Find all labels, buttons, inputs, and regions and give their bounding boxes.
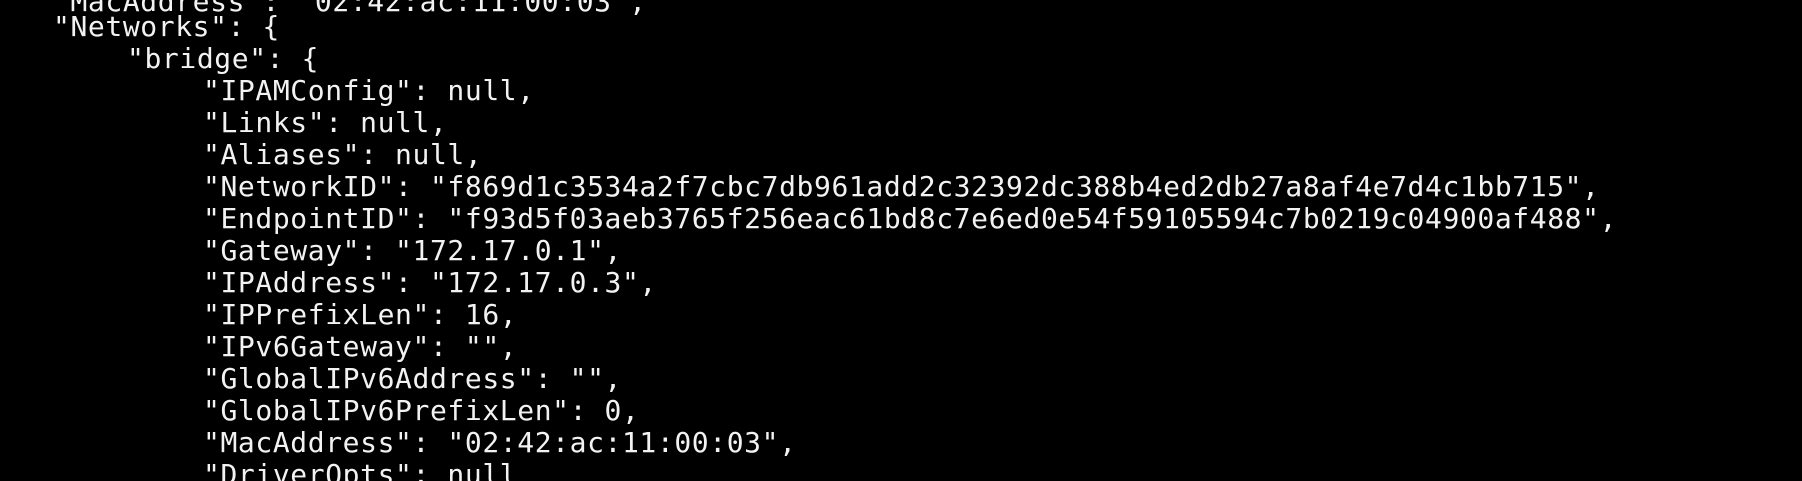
terminal-line-ipv6gateway: "IPv6Gateway": "", <box>203 330 518 363</box>
terminal-line-bridge: "bridge": { <box>127 42 320 75</box>
terminal-line-gateway: "Gateway": "172.17.0.1", <box>203 234 622 267</box>
terminal-line-globalipv6address: "GlobalIPv6Address": "", <box>203 362 622 395</box>
terminal-line-globalipv6prefixlen: "GlobalIPv6PrefixLen": 0, <box>203 394 640 427</box>
terminal-line-networkid: "NetworkID": "f869d1c3534a2f7cbc7db961ad… <box>203 170 1600 203</box>
terminal-window[interactable]: "MacAddress": "02:42:ac:11:00:03", "Netw… <box>0 0 1802 481</box>
terminal-line-endpointid: "EndpointID": "f93d5f03aeb3765f256eac61b… <box>203 202 1618 235</box>
terminal-line-ipprefixlen: "IPPrefixLen": 16, <box>203 298 518 331</box>
terminal-line-aliases: "Aliases": null, <box>203 138 483 171</box>
terminal-line-macaddress: "MacAddress": "02:42:ac:11:00:03", <box>203 426 797 459</box>
terminal-line-driveropts: "DriverOpts": null <box>203 458 518 481</box>
terminal-line-links: "Links": null, <box>203 106 448 139</box>
terminal-line-networks: "Networks": { <box>53 10 280 43</box>
terminal-line-ipaddress: "IPAddress": "172.17.0.3", <box>203 266 657 299</box>
terminal-line-ipamconfig: "IPAMConfig": null, <box>203 74 535 107</box>
